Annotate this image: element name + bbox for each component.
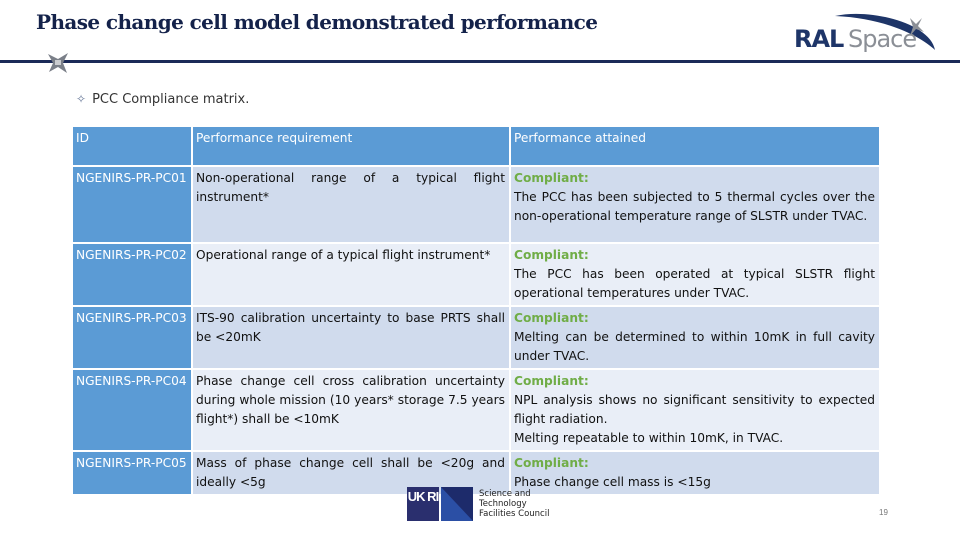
bullet-star-icon: ✧ <box>76 92 87 106</box>
cell-attained: Compliant: NPL analysis shows no signifi… <box>511 370 881 452</box>
cell-requirement: Operational range of a typical flight in… <box>193 244 511 307</box>
attained-text: The PCC has been subjected to 5 thermal … <box>514 190 875 223</box>
status-compliant: Compliant: <box>514 311 589 325</box>
table-row: NGENIRS-PR-PC01 Non-operational range of… <box>73 167 881 244</box>
cell-attained: Compliant: The PCC has been subjected to… <box>511 167 881 244</box>
status-compliant: Compliant: <box>514 171 589 185</box>
table-row: NGENIRS-PR-PC03 ITS-90 calibration uncer… <box>73 307 881 370</box>
header-requirement: Performance requirement <box>193 127 511 167</box>
title-divider <box>0 60 960 63</box>
status-compliant: Compliant: <box>514 248 589 262</box>
compliance-matrix-table: ID Performance requirement Performance a… <box>73 127 881 496</box>
attained-text: The PCC has been operated at typical SLS… <box>514 267 875 300</box>
ukri-mark: UK RI <box>407 487 439 521</box>
ukri-triangle-mark <box>441 487 473 521</box>
cell-requirement: ITS-90 calibration uncertainty to base P… <box>193 307 511 370</box>
slide-title: Phase change cell model demonstrated per… <box>36 10 598 34</box>
cell-id: NGENIRS-PR-PC04 <box>73 370 193 452</box>
ral-space-logo: RAL Space <box>790 8 940 58</box>
status-compliant: Compliant: <box>514 456 589 470</box>
table-row: NGENIRS-PR-PC02 Operational range of a t… <box>73 244 881 307</box>
space-text: Space <box>848 25 917 53</box>
header-id: ID <box>73 127 193 167</box>
cell-attained: Compliant: Melting can be determined to … <box>511 307 881 370</box>
cell-requirement: Non-operational range of a typical fligh… <box>193 167 511 244</box>
stfc-text: Science and Technology Facilities Counci… <box>479 489 549 519</box>
cell-requirement: Phase change cell cross calibration unce… <box>193 370 511 452</box>
cell-id: NGENIRS-PR-PC01 <box>73 167 193 244</box>
stfc-line: Science and <box>479 489 531 499</box>
header-attained: Performance attained <box>511 127 881 167</box>
ral-text: RAL <box>794 25 844 53</box>
cell-attained: Compliant: The PCC has been operated at … <box>511 244 881 307</box>
ukri-stfc-logo: UK RI Science and Technology Facilities … <box>407 487 567 523</box>
attained-text: Melting can be determined to within 10mK… <box>514 330 875 363</box>
stfc-line: Facilities Council <box>479 509 550 519</box>
cell-id: NGENIRS-PR-PC05 <box>73 452 193 496</box>
page-number: 19 <box>879 508 888 517</box>
stfc-line: Technology <box>479 499 527 509</box>
status-compliant: Compliant: <box>514 374 589 388</box>
attained-text: Phase change cell mass is <15g <box>514 475 711 489</box>
bullet-item: ✧ PCC Compliance matrix. <box>76 92 249 107</box>
four-point-star-icon <box>48 53 68 73</box>
bullet-text: PCC Compliance matrix. <box>92 92 250 107</box>
cell-id: NGENIRS-PR-PC02 <box>73 244 193 307</box>
table-header-row: ID Performance requirement Performance a… <box>73 127 881 167</box>
attained-extra-text: Melting repeatable to within 10mK, in TV… <box>514 431 784 445</box>
cell-id: NGENIRS-PR-PC03 <box>73 307 193 370</box>
table-row: NGENIRS-PR-PC04 Phase change cell cross … <box>73 370 881 452</box>
attained-text: NPL analysis shows no significant sensit… <box>514 393 875 426</box>
